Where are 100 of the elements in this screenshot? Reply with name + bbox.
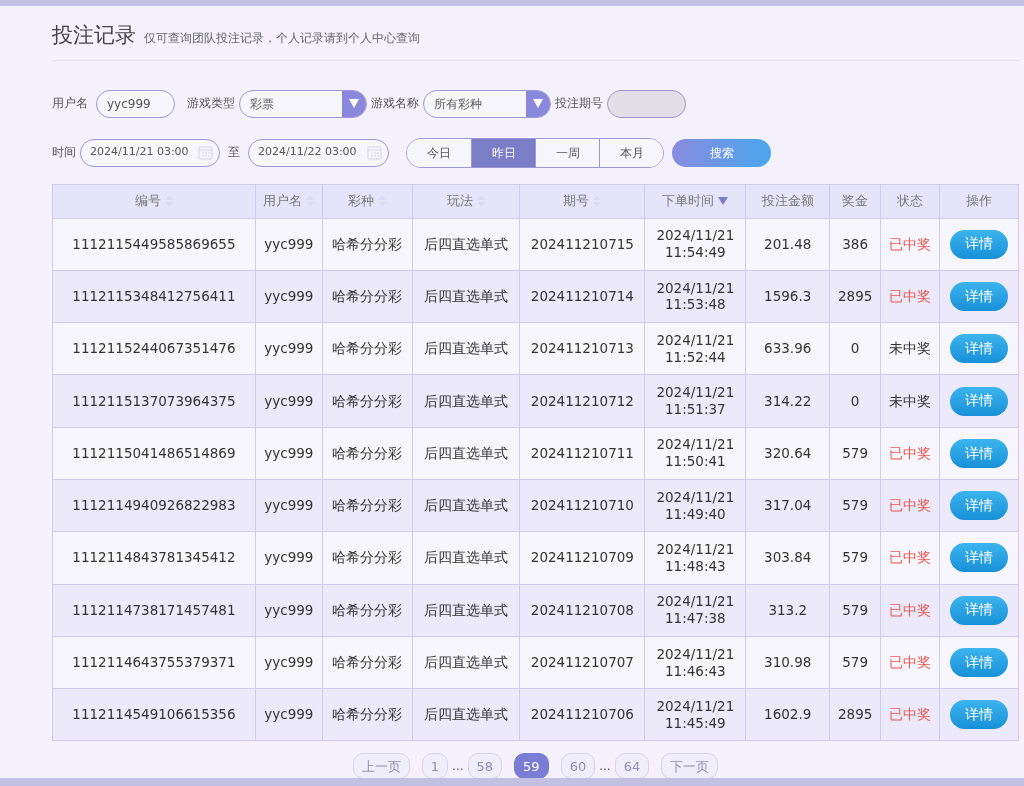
username-cell: yyc999 [255, 636, 323, 689]
start-time-field[interactable]: 2024/11/21 03:00 [80, 138, 220, 167]
date-range-tab[interactable]: 本月 [599, 138, 663, 167]
game-name-label: 游戏名称 [371, 94, 419, 112]
amount-cell: 201.48 [745, 218, 830, 271]
details-button[interactable]: 详情 [950, 700, 1008, 730]
page-title: 投注记录 [52, 22, 136, 49]
column-header[interactable]: 奖金 [829, 184, 881, 218]
play-type-cell: 后四直选单式 [412, 374, 520, 428]
order-id-cell: 1112114549106615356 [52, 688, 256, 741]
column-header[interactable]: 状态 [880, 184, 940, 218]
order-time-cell-text: 2024/11/21 11:54:49 [655, 227, 736, 261]
issue-cell: 202411210707 [519, 636, 645, 689]
amount-cell: 317.04 [745, 479, 830, 532]
prize-cell: 579 [829, 427, 881, 480]
column-header[interactable]: 操作 [939, 184, 1019, 218]
order-time-cell-text: 2024/11/21 11:45:49 [655, 697, 736, 732]
amount-cell: 1602.9 [745, 688, 830, 741]
calendar-icon [367, 145, 382, 160]
play-type-cell: 后四直选单式 [412, 270, 520, 323]
prize-cell: 579 [829, 636, 881, 689]
dropdown-arrow-icon [349, 99, 359, 108]
page-button[interactable]: 58 [467, 753, 503, 780]
play-type-cell: 后四直选单式 [412, 218, 520, 271]
issue-cell: 202411210712 [519, 374, 645, 428]
status-text: 已中奖 [889, 549, 932, 566]
username-cell: yyc999 [255, 479, 323, 532]
game-name-select[interactable]: 所有彩种 [423, 89, 551, 118]
issue-cell: 202411210711 [519, 427, 645, 480]
amount-cell: 320.64 [745, 427, 830, 480]
time-label: 时间 [52, 143, 76, 161]
details-button[interactable]: 详情 [950, 595, 1008, 625]
issue-number-field[interactable] [607, 89, 686, 118]
details-button[interactable]: 详情 [950, 334, 1008, 364]
column-header[interactable]: 下单时间 [644, 184, 746, 218]
order-id-cell: 1112114738171457481 [52, 584, 256, 637]
sort-descending-icon[interactable] [718, 197, 729, 205]
ellipsis: ... [452, 758, 464, 776]
amount-cell: 633.96 [745, 322, 830, 375]
column-header[interactable]: 期号 [519, 184, 645, 218]
status-text: 已中奖 [889, 706, 932, 723]
issue-cell: 202411210710 [519, 479, 645, 532]
status-text: 未中奖 [889, 392, 932, 409]
page-subtitle: 仅可查询团队投注记录，个人记录请到个人中心查询 [144, 30, 420, 47]
details-button[interactable]: 详情 [950, 491, 1008, 521]
page-button[interactable]: 59 [514, 753, 549, 780]
dropdown-arrow-icon [533, 99, 543, 108]
details-button[interactable]: 详情 [950, 229, 1008, 259]
game-type-label: 游戏类型 [187, 94, 235, 112]
order-id-cell: 1112115449585869655 [52, 218, 256, 271]
lottery-cell: 哈希分分彩 [322, 427, 413, 480]
amount-cell: 1596.3 [745, 270, 830, 323]
username-cell: yyc999 [255, 270, 323, 323]
search-button[interactable]: 搜索 [672, 138, 771, 167]
amount-cell: 310.98 [745, 636, 830, 689]
lottery-cell: 哈希分分彩 [322, 688, 413, 741]
column-header[interactable]: 玩法 [412, 184, 520, 218]
username-field[interactable]: yyc999 [96, 89, 175, 118]
date-range-tab[interactable]: 今日 [407, 138, 471, 167]
page-button[interactable]: 64 [614, 753, 650, 780]
page-button[interactable]: 1 [421, 753, 449, 780]
play-type-cell: 后四直选单式 [412, 584, 520, 637]
details-button[interactable]: 详情 [950, 543, 1008, 573]
prize-cell: 2895 [829, 688, 881, 741]
column-header[interactable]: 投注金额 [745, 184, 830, 218]
play-type-cell: 后四直选单式 [412, 688, 520, 741]
details-button[interactable]: 详情 [950, 648, 1008, 677]
date-range-tab[interactable]: 昨日 [471, 138, 535, 167]
username-cell: yyc999 [255, 427, 323, 480]
prize-cell: 0 [829, 322, 881, 375]
game-type-select[interactable]: 彩票 [239, 89, 367, 118]
order-id-cell: 1112114940926822983 [52, 479, 256, 532]
amount-cell: 313.2 [745, 584, 830, 637]
order-time-cell-text: 2024/11/21 11:51:37 [655, 384, 736, 418]
status-text: 已中奖 [889, 497, 932, 514]
play-type-cell: 后四直选单式 [412, 479, 520, 532]
page-button[interactable]: 60 [560, 753, 596, 780]
order-time-cell-text: 2024/11/21 11:46:43 [655, 645, 736, 680]
prize-cell: 579 [829, 479, 881, 532]
column-header[interactable]: 用户名 [255, 184, 323, 218]
issue-cell: 202411210714 [519, 270, 645, 323]
order-id-cell: 1112115137073964375 [52, 374, 256, 428]
issue-cell: 202411210713 [519, 322, 645, 375]
order-id-cell: 1112115041486514869 [52, 427, 256, 480]
column-header[interactable]: 彩种 [322, 184, 413, 218]
details-button[interactable]: 详情 [950, 386, 1008, 416]
lottery-cell: 哈希分分彩 [322, 636, 413, 689]
order-id-cell: 1112114643755379371 [52, 636, 256, 689]
play-type-cell: 后四直选单式 [412, 322, 520, 375]
username-cell: yyc999 [255, 531, 323, 585]
status-text: 已中奖 [889, 288, 932, 304]
column-header[interactable]: 编号 [52, 184, 256, 218]
date-range-tab[interactable]: 一周 [535, 138, 599, 167]
order-time-cell-text: 2024/11/21 11:50:41 [655, 436, 736, 471]
end-time-field[interactable]: 2024/11/22 03:00 [248, 138, 389, 167]
status-text: 已中奖 [889, 235, 932, 252]
lottery-cell: 哈希分分彩 [322, 218, 413, 271]
order-id-cell: 1112114843781345412 [52, 531, 256, 585]
details-button[interactable]: 详情 [950, 281, 1008, 311]
details-button[interactable]: 详情 [950, 438, 1008, 468]
